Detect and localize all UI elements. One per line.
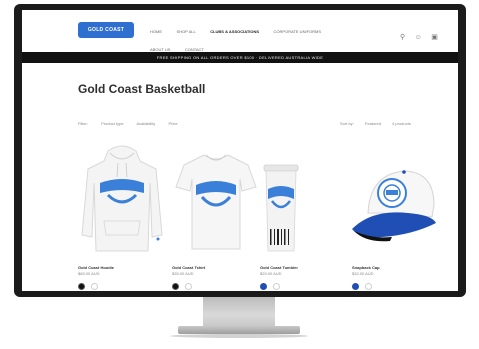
nav-link-clubs[interactable]: Clubs & Associations: [210, 26, 259, 37]
stand-shadow: [170, 334, 308, 338]
product-count: 4 products: [392, 121, 411, 126]
swatch-blue[interactable]: [352, 283, 359, 290]
cap-image[interactable]: [352, 143, 440, 261]
monitor-screen: GOLD COAST Home Shop All Clubs & Associa…: [22, 10, 458, 291]
sort-label: Sort by:: [340, 121, 354, 126]
color-swatches: [352, 277, 374, 291]
nav-link-corporate[interactable]: Corporate Uniforms: [274, 26, 321, 37]
cart-icon[interactable]: ▣: [431, 33, 438, 41]
sort-select[interactable]: Featured: [365, 121, 381, 126]
swatch-black[interactable]: [78, 283, 85, 290]
product-card[interactable]: Gold Coast Tumbler $29.00 AUD: [260, 143, 348, 290]
monitor-neck: [203, 297, 275, 327]
product-title[interactable]: Snapback Cap: [352, 265, 380, 270]
main-nav: Home Shop All Clubs & Associations Corpo…: [150, 20, 360, 56]
color-swatches: [172, 277, 194, 291]
product-title[interactable]: Gold Coast Tshirt: [172, 265, 205, 270]
color-swatches: [260, 277, 282, 291]
swatch-white[interactable]: [273, 283, 281, 290]
product-card[interactable]: Gold Coast Tshirt $35.00 AUD: [172, 143, 260, 290]
tumbler-image[interactable]: [260, 143, 348, 261]
product-title[interactable]: Gold Coast Hoodie: [78, 265, 114, 270]
hoodie-image[interactable]: [78, 143, 166, 261]
tshirt-image[interactable]: [172, 143, 260, 261]
swatch-black[interactable]: [172, 283, 179, 290]
product-card[interactable]: Snapback Cap $32.00 AUD: [352, 143, 440, 290]
search-icon[interactable]: ⚲: [400, 33, 405, 41]
header-icons: ⚲ ☺ ▣: [400, 26, 443, 44]
product-price: $35.00 AUD: [172, 271, 194, 276]
swatch-white[interactable]: [91, 283, 99, 290]
filter-bar: Filter: Product type Availability Price: [78, 121, 190, 126]
filter-price[interactable]: Price: [168, 121, 177, 126]
collection-title: Gold Coast Basketball: [78, 82, 206, 96]
product-title[interactable]: Gold Coast Tumbler: [260, 265, 298, 270]
nav-link-home[interactable]: Home: [150, 26, 162, 37]
monitor-stand: [178, 326, 300, 334]
filter-label: Filter:: [78, 121, 88, 126]
product-card[interactable]: Gold Coast Hoodie $65.00 AUD: [78, 143, 166, 290]
filter-availability[interactable]: Availability: [136, 121, 155, 126]
product-price: $32.00 AUD: [352, 271, 374, 276]
swatch-white[interactable]: [365, 283, 373, 290]
announcement-bar: FREE SHIPPING ON ALL ORDERS OVER $100 · …: [22, 52, 458, 63]
account-icon[interactable]: ☺: [415, 34, 422, 41]
sort-bar: Sort by: Featured 4 products: [340, 121, 421, 126]
product-price: $65.00 AUD: [78, 271, 100, 276]
filter-product-type[interactable]: Product type: [101, 121, 123, 126]
product-price: $29.00 AUD: [260, 271, 282, 276]
site-logo[interactable]: GOLD COAST: [78, 22, 134, 38]
swatch-white[interactable]: [185, 283, 193, 290]
site-header: GOLD COAST Home Shop All Clubs & Associa…: [22, 10, 458, 52]
swatch-blue[interactable]: [260, 283, 267, 290]
monitor-frame: GOLD COAST Home Shop All Clubs & Associa…: [14, 4, 466, 297]
color-swatches: [78, 277, 100, 291]
nav-link-shop-all[interactable]: Shop All: [176, 26, 195, 37]
